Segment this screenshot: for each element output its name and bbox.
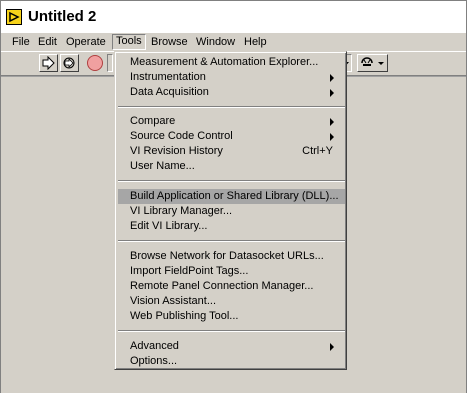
abort-stop-icon[interactable] [87,55,103,71]
run-continuously-button[interactable] [60,54,79,72]
menu-item-label: Data Acquisition [130,86,209,98]
submenu-arrow-icon [330,74,334,82]
align-objects-icon [361,57,384,66]
align-objects-button[interactable] [357,54,388,72]
menu-tools[interactable]: Tools [112,34,146,50]
tools-menu-dropdown: Measurement & Automation Explorer... Ins… [114,51,347,370]
menu-separator [118,330,345,332]
menu-item-edit-vi-library[interactable]: Edit VI Library... [118,219,345,234]
menu-item-label: Remote Panel Connection Manager... [130,280,314,292]
menu-item-compare[interactable]: Compare [118,114,345,129]
submenu-arrow-icon [330,89,334,97]
menu-item-label: Build Application or Shared Library (DLL… [130,190,339,202]
menu-item-advanced[interactable]: Advanced [118,339,345,354]
menu-item-label: User Name... [130,160,195,172]
menu-bar: File Edit Operate Tools Browse Window He… [1,33,466,52]
run-continuously-icon [63,57,75,69]
menu-item-label: VI Library Manager... [130,205,233,217]
font-dropdown-edge[interactable] [107,54,113,72]
menu-item-label: Browse Network for Datasocket URLs... [130,250,324,262]
title-bar[interactable]: Untitled 2 [1,1,466,33]
menu-item-vi-revision-history[interactable]: VI Revision History Ctrl+Y [118,144,345,159]
menu-window[interactable]: Window [193,35,238,49]
menu-item-label: Vision Assistant... [130,295,217,307]
menu-item-vi-library-manager[interactable]: VI Library Manager... [118,204,345,219]
menu-item-import-fieldpoint-tags[interactable]: Import FieldPoint Tags... [118,264,345,279]
menu-browse[interactable]: Browse [148,35,191,49]
menu-item-remote-panel-connection-manager[interactable]: Remote Panel Connection Manager... [118,279,345,294]
menu-item-label: Source Code Control [130,130,233,142]
menu-item-label: Measurement & Automation Explorer... [130,56,319,68]
window-title: Untitled 2 [28,8,97,25]
menu-item-options[interactable]: Options... [118,354,345,369]
menu-item-source-code-control[interactable]: Source Code Control [118,129,345,144]
menu-edit[interactable]: Edit [35,35,60,49]
menu-separator [118,180,345,182]
menu-item-label: Web Publishing Tool... [130,310,239,322]
menu-item-label: Advanced [130,340,179,352]
menu-operate[interactable]: Operate [63,35,109,49]
menu-item-label: Options... [130,355,178,367]
menu-item-vision-assistant[interactable]: Vision Assistant... [118,294,345,309]
menu-item-user-name[interactable]: User Name... [118,159,345,174]
menu-help[interactable]: Help [241,35,270,49]
menu-item-label: VI Revision History [130,145,223,157]
menu-item-data-acquisition[interactable]: Data Acquisition [118,85,345,100]
run-button[interactable] [39,54,58,72]
menu-item-label: Instrumentation [130,71,206,83]
menu-item-label: Import FieldPoint Tags... [130,265,249,277]
submenu-arrow-icon [330,118,334,126]
menu-item-label: Compare [130,115,176,127]
menu-separator [118,240,345,242]
submenu-arrow-icon [330,133,334,141]
labview-window: Untitled 2 File Edit Operate Tools Brows… [0,0,467,393]
menu-item-build-application[interactable]: Build Application or Shared Library (DLL… [118,189,345,204]
menu-item-shortcut: Ctrl+Y [302,145,333,157]
menu-separator [118,106,345,108]
menu-item-label: Edit VI Library... [130,220,208,232]
run-arrow-icon [42,56,55,70]
menu-item-web-publishing-tool[interactable]: Web Publishing Tool... [118,309,345,324]
menu-item-measurement-automation-explorer[interactable]: Measurement & Automation Explorer... [118,55,345,70]
menu-item-browse-network-datasocket[interactable]: Browse Network for Datasocket URLs... [118,249,345,264]
labview-vi-icon [6,9,22,25]
submenu-arrow-icon [330,343,334,351]
menu-file[interactable]: File [9,35,33,49]
menu-item-instrumentation[interactable]: Instrumentation [118,70,345,85]
